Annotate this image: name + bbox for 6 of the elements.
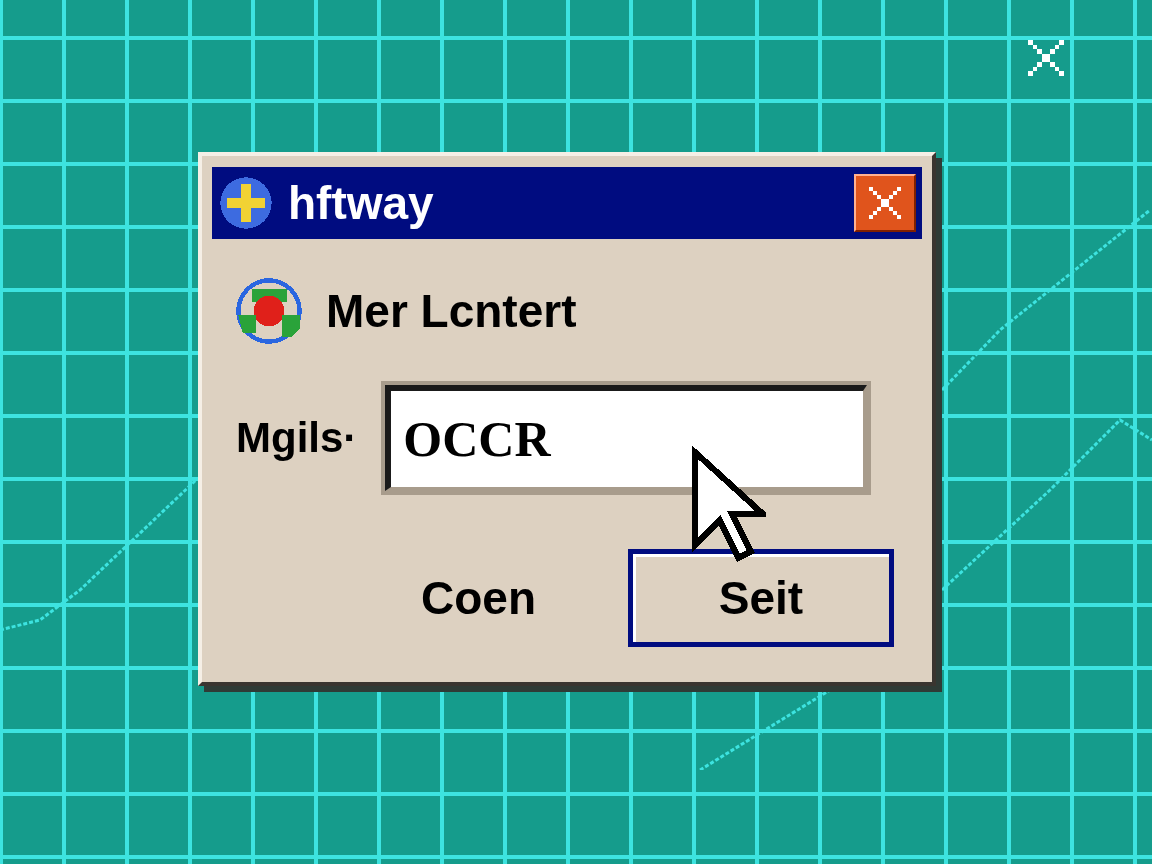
default-button[interactable]: Seit: [628, 549, 894, 647]
plus-icon: [218, 175, 274, 231]
message-text: Mer Lcntert: [326, 288, 577, 334]
dialog-button[interactable]: Coen: [417, 549, 540, 647]
title-close-button[interactable]: [854, 174, 916, 232]
field-label: Mgils·: [236, 417, 358, 459]
